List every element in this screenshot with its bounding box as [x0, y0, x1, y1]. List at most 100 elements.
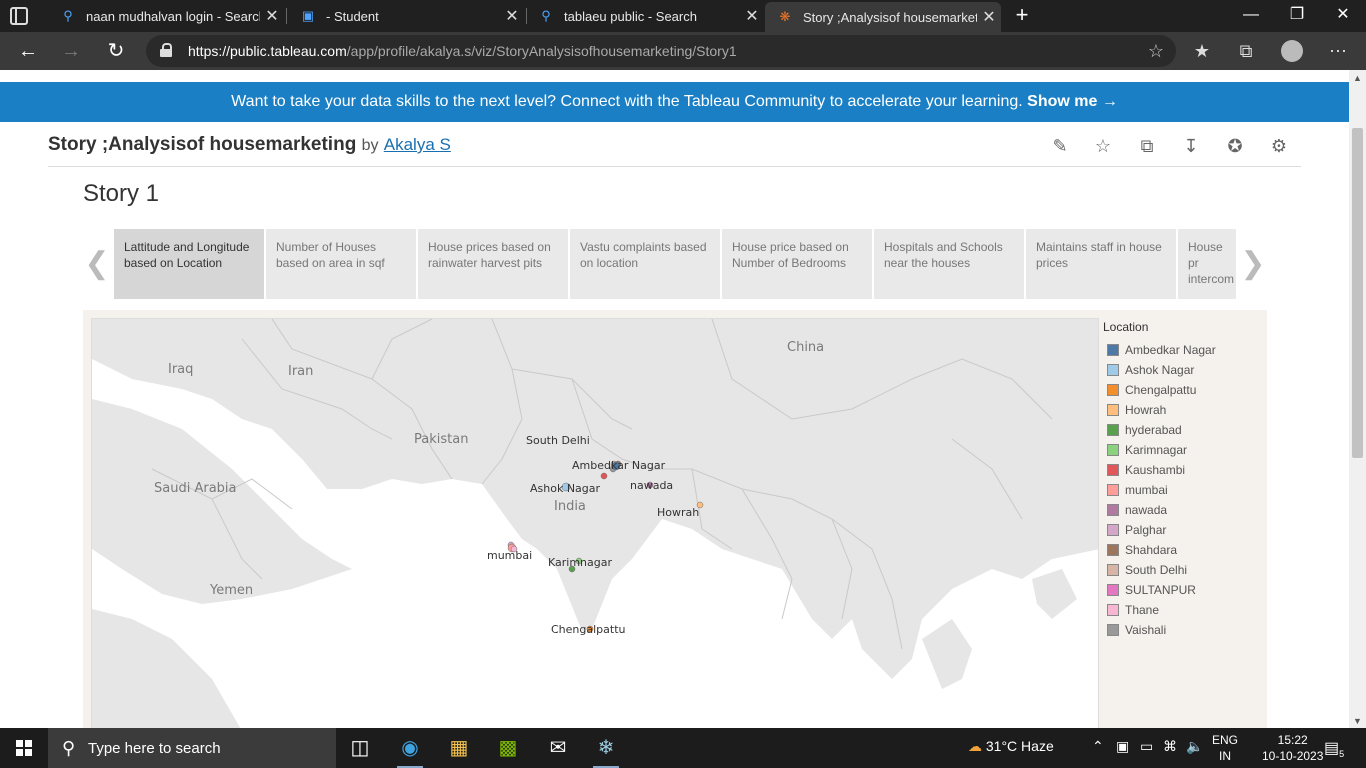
notification-center-icon[interactable]: ▤5: [1324, 738, 1344, 759]
legend-item[interactable]: Ambedkar Nagar: [1103, 340, 1263, 360]
back-button[interactable]: ←: [13, 36, 43, 66]
collections-icon[interactable]: ⧉: [1231, 36, 1261, 66]
file-explorer-icon[interactable]: ▦: [436, 728, 482, 768]
legend-item[interactable]: mumbai: [1103, 480, 1263, 500]
badge-icon[interactable]: ✪: [1223, 134, 1247, 158]
scrollbar-thumb[interactable]: [1352, 128, 1363, 458]
story-point-6[interactable]: Hospitals and Schools near the houses: [874, 229, 1024, 299]
language-indicator[interactable]: ENG IN: [1212, 732, 1238, 764]
scroll-down-icon[interactable]: ▼: [1353, 716, 1362, 726]
legend-label: Thane: [1125, 603, 1160, 617]
legend-label: SULTANPUR: [1125, 583, 1196, 597]
legend-item[interactable]: Chengalpattu: [1103, 380, 1263, 400]
place-label-ambedkar-nagar: Ambedkar Nagar: [572, 459, 666, 472]
map-label-saudi-arabia: Saudi Arabia: [154, 481, 237, 496]
close-tab-icon[interactable]: ✕: [500, 6, 524, 26]
legend-item[interactable]: nawada: [1103, 500, 1263, 520]
settings-icon[interactable]: ⚙: [1267, 134, 1291, 158]
tab-actions-icon[interactable]: [10, 7, 28, 25]
location-legend: Location Ambedkar Nagar Ashok Nagar Chenga…: [1103, 320, 1263, 640]
legend-item[interactable]: Karimnagar: [1103, 440, 1263, 460]
task-view-icon[interactable]: ◫: [337, 728, 383, 768]
author-link[interactable]: Akalya S: [384, 135, 451, 154]
forward-button[interactable]: →: [56, 36, 86, 66]
more-options-icon[interactable]: ⋯: [1323, 36, 1353, 66]
star-icon[interactable]: ☆: [1091, 134, 1115, 158]
story-point-4[interactable]: Vastu complaints based on location: [570, 229, 720, 299]
windows-taskbar: ⚲ Type here to search ◫ ◉ ▦ ▩ ✉ ❄ ☁ 31°C…: [0, 728, 1366, 768]
map-label-yemen: Yemen: [209, 583, 253, 598]
legend-item[interactable]: Ashok Nagar: [1103, 360, 1263, 380]
viz-title: Story ;Analysisof housemarketing by Akal…: [48, 134, 451, 155]
legend-label: Ashok Nagar: [1125, 363, 1195, 377]
story-point-1[interactable]: Lattitude and Longitude based on Locatio…: [114, 229, 264, 299]
story-points: Lattitude and Longitude based on Locatio…: [113, 229, 1236, 299]
tab-tableau-search[interactable]: ⚲ tablaeu public - Search ✕: [526, 0, 764, 32]
legend-item[interactable]: Shahdara: [1103, 540, 1263, 560]
story-point-2[interactable]: Number of Houses based on area in sqf: [266, 229, 416, 299]
tab-story-active[interactable]: ❋ Story ;Analysisof housemarketing ✕: [765, 2, 1001, 32]
store-icon[interactable]: ▩: [485, 728, 531, 768]
community-banner: Want to take your data skills to the nex…: [0, 82, 1349, 122]
next-point-icon[interactable]: ❯: [1239, 229, 1267, 299]
show-hidden-icons[interactable]: ⌃: [1092, 738, 1104, 755]
start-button[interactable]: [0, 728, 48, 768]
legend-swatch: [1107, 444, 1119, 456]
legend-item[interactable]: Howrah: [1103, 400, 1263, 420]
tab-title: tablaeu public - Search: [564, 8, 697, 24]
story-point-8[interactable]: House pr intercom: [1178, 229, 1236, 299]
legend-item[interactable]: Kaushambi: [1103, 460, 1263, 480]
legend-item[interactable]: Thane: [1103, 600, 1263, 620]
battery-icon[interactable]: ▭: [1140, 738, 1153, 755]
map-label-china: China: [787, 340, 824, 355]
restore-button[interactable]: ❐: [1274, 0, 1320, 32]
minimize-button[interactable]: —: [1228, 0, 1274, 32]
network-icon[interactable]: ⌘: [1163, 738, 1177, 755]
legend-item[interactable]: hyderabad: [1103, 420, 1263, 440]
page-scrollbar[interactable]: ▲ ▼: [1349, 70, 1366, 728]
story-point-5[interactable]: House price based on Number of Bedrooms: [722, 229, 872, 299]
place-label-mumbai: mumbai: [487, 549, 532, 562]
meet-now-icon[interactable]: ▣: [1116, 738, 1129, 755]
legend-swatch: [1107, 424, 1119, 436]
download-icon[interactable]: ↧: [1179, 134, 1203, 158]
url-text[interactable]: https://public.tableau.com/app/profile/a…: [188, 43, 737, 59]
legend-item[interactable]: Vaishali: [1103, 620, 1263, 640]
close-tab-icon[interactable]: ✕: [977, 7, 1001, 27]
weather-widget[interactable]: ☁ 31°C Haze: [968, 738, 1054, 755]
story-point-7[interactable]: Maintains staff in house prices: [1026, 229, 1176, 299]
close-tab-icon[interactable]: ✕: [740, 6, 764, 26]
scroll-up-icon[interactable]: ▲: [1353, 73, 1362, 83]
profile-avatar[interactable]: [1281, 40, 1303, 62]
share-icon[interactable]: ⧉: [1135, 134, 1159, 158]
legend-item[interactable]: Palghar: [1103, 520, 1263, 540]
edge-icon[interactable]: ◉: [387, 728, 433, 768]
legend-label: Chengalpattu: [1125, 383, 1197, 397]
close-window-button[interactable]: ✕: [1320, 0, 1366, 32]
location-map[interactable]: China Iraq Iran Pakistan Saudi Arabia In…: [91, 318, 1099, 728]
close-tab-icon[interactable]: ✕: [260, 6, 284, 26]
tab-student[interactable]: ▣ - Student ✕: [288, 0, 524, 32]
taskbar-search[interactable]: ⚲ Type here to search: [48, 728, 336, 768]
map-label-india: India: [554, 499, 586, 514]
refresh-button[interactable]: ↻: [101, 36, 131, 66]
tab-naan-mudhalvan[interactable]: ⚲ naan mudhalvan login - Search ✕: [48, 0, 284, 32]
map-mark-kaushambi[interactable]: [600, 472, 608, 480]
clock[interactable]: 15:22 10-10-2023: [1262, 732, 1323, 764]
favorites-icon[interactable]: ★: [1187, 36, 1217, 66]
story-point-3[interactable]: House prices based on rainwater harvest …: [418, 229, 568, 299]
add-favorite-icon[interactable]: ☆: [1148, 41, 1164, 62]
edit-icon[interactable]: ✎: [1048, 134, 1072, 158]
legend-swatch: [1107, 604, 1119, 616]
volume-icon[interactable]: 🔈: [1186, 738, 1203, 755]
url-bar[interactable]: https://public.tableau.com/app/profile/a…: [146, 35, 1176, 67]
legend-item[interactable]: SULTANPUR: [1103, 580, 1263, 600]
show-me-link[interactable]: Show me →: [1027, 93, 1118, 110]
mail-icon[interactable]: ✉: [535, 728, 581, 768]
new-tab-button[interactable]: +: [1010, 3, 1034, 27]
legend-item[interactable]: South Delhi: [1103, 560, 1263, 580]
snowflake-app-icon[interactable]: ❄: [583, 728, 629, 768]
tab-title: - Student: [326, 8, 379, 24]
previous-point-icon[interactable]: ❮: [83, 229, 111, 299]
place-label-chengalpattu: Chengalpattu: [551, 623, 626, 636]
